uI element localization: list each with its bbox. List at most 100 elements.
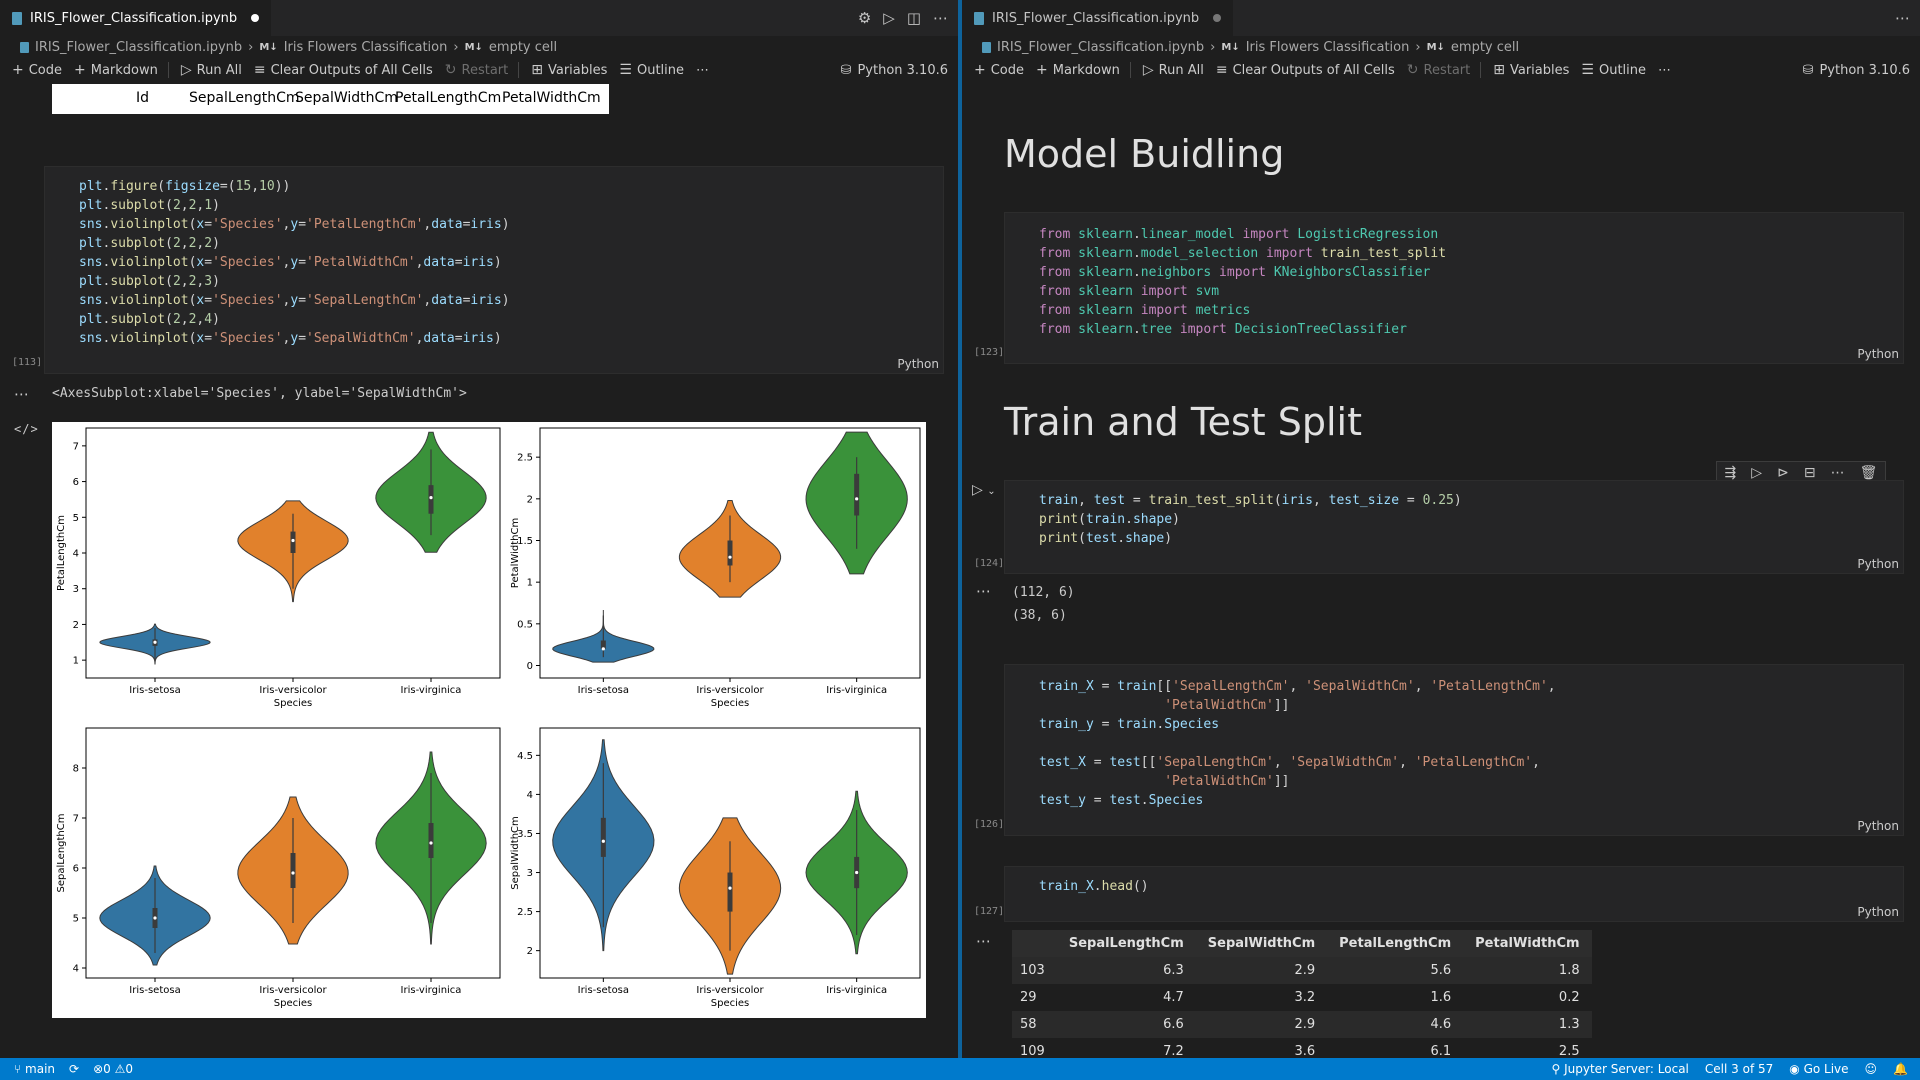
execution-count: [113]: [12, 357, 43, 368]
breadcrumb-cell[interactable]: empty cell: [489, 40, 557, 55]
x-axis-label: Species: [274, 998, 313, 1009]
output-menu-icon[interactable]: ⋯: [976, 932, 992, 950]
breadcrumb: IRIS_Flower_Classification.ipynb › M↓ Ir…: [982, 36, 1519, 58]
execution-count: [127]: [974, 906, 1005, 917]
clear-outputs-button[interactable]: ≡ Clear Outputs of All Cells: [1216, 62, 1395, 78]
execution-count: [124]: [974, 558, 1005, 569]
go-live-button[interactable]: ◉ Go Live: [1789, 1062, 1848, 1076]
cell-language-label[interactable]: Python: [1857, 557, 1899, 571]
y-tick-label: 6: [73, 477, 79, 488]
code-cell-127[interactable]: train_X.head() Python: [1004, 866, 1904, 922]
add-code-button[interactable]: + Code: [974, 62, 1024, 78]
breadcrumb-file[interactable]: IRIS_Flower_Classification.ipynb: [35, 40, 242, 55]
code-cell-124[interactable]: train, test = train_test_split(iris, tes…: [1004, 480, 1904, 574]
unsaved-dot-icon[interactable]: [1213, 14, 1222, 22]
variables-button[interactable]: ⊞ Variables: [1493, 62, 1569, 78]
run-below-icon[interactable]: ▷: [1751, 465, 1762, 481]
violin-iqr-box: [290, 531, 296, 553]
split-editor-icon[interactable]: ◫: [907, 9, 921, 27]
sync-icon[interactable]: ⟳: [69, 1062, 79, 1076]
breadcrumb-section[interactable]: Iris Flowers Classification: [1246, 40, 1410, 55]
breadcrumb-section[interactable]: Iris Flowers Classification: [284, 40, 448, 55]
code-cell-123[interactable]: from sklearn.linear_model import Logisti…: [1004, 212, 1904, 364]
cell-language-label[interactable]: Python: [1857, 347, 1899, 361]
unsaved-dot-icon[interactable]: [251, 14, 260, 22]
x-tick-label: Iris-versicolor: [259, 685, 327, 696]
kernel-label: Python 3.10.6: [857, 62, 948, 78]
variables-icon: ⊞: [531, 62, 543, 78]
cell-position[interactable]: Cell 3 of 57: [1705, 1062, 1773, 1076]
more-toolbar-icon[interactable]: ⋯: [1658, 63, 1671, 78]
more-toolbar-icon[interactable]: ⋯: [696, 63, 709, 78]
chevron-right-icon: ›: [1415, 39, 1421, 55]
run-above-icon[interactable]: ⇶: [1725, 465, 1737, 481]
dataframe-output-table: SepalLengthCm SepalWidthCm PetalLengthCm…: [1012, 930, 1592, 1065]
run-all-label: Run All: [1158, 62, 1204, 78]
tab-title: IRIS_Flower_Classification.ipynb: [992, 10, 1200, 26]
chevron-down-icon[interactable]: ⌄: [987, 486, 995, 497]
more-actions-icon[interactable]: ⋯: [933, 9, 948, 27]
notifications-bell-icon[interactable]: 🔔: [1893, 1062, 1908, 1076]
add-code-button[interactable]: + Code: [12, 62, 62, 78]
code-content[interactable]: plt.figure(figsize=(15,10)) plt.subplot(…: [79, 177, 510, 348]
kernel-icon: ⛁: [1802, 62, 1814, 78]
code-content[interactable]: train, test = train_test_split(iris, tes…: [1039, 491, 1462, 548]
split-cell-icon[interactable]: ⊟: [1804, 465, 1816, 481]
breadcrumb-file[interactable]: IRIS_Flower_Classification.ipynb: [997, 40, 1204, 55]
clear-outputs-button[interactable]: ≡ Clear Outputs of All Cells: [254, 62, 433, 78]
code-content[interactable]: train_X = train[['SepalLengthCm', 'Sepal…: [1039, 677, 1556, 810]
tab-notebook-right[interactable]: IRIS_Flower_Classification.ipynb: [962, 0, 1234, 36]
restart-button[interactable]: ↻ Restart: [1407, 62, 1470, 78]
variables-button[interactable]: ⊞ Variables: [531, 62, 607, 78]
output-menu-icon[interactable]: ⋯: [976, 582, 992, 600]
column-header: SepalLengthCm: [1056, 930, 1196, 957]
code-content[interactable]: train_X.head(): [1039, 877, 1149, 896]
add-markdown-button[interactable]: + Markdown: [1036, 62, 1120, 78]
more-cell-actions-icon[interactable]: ⋯: [1831, 465, 1845, 481]
server-icon: ⚲: [1551, 1062, 1561, 1076]
trash-icon[interactable]: 🗑: [1860, 465, 1878, 481]
output-menu-icon[interactable]: ⋯: [14, 385, 30, 403]
run-all-button[interactable]: ▷ Run All: [1143, 62, 1204, 78]
x-tick-label: Iris-virginica: [401, 685, 462, 696]
cell-language-label[interactable]: Python: [1857, 819, 1899, 833]
markdown-heading-model-building[interactable]: Model Buidling: [1004, 132, 1284, 176]
feedback-icon[interactable]: ☺: [1865, 1062, 1878, 1076]
cell-language-label[interactable]: Python: [897, 357, 939, 371]
outline-button[interactable]: ☰ Outline: [619, 62, 684, 78]
cell-language-label[interactable]: Python: [1857, 905, 1899, 919]
notebook-toolbar: + Code + Markdown ▷ Run All ≡ Clear Outputs …: [0, 58, 958, 82]
row-index: 58: [1012, 1011, 1057, 1038]
kernel-icon: ⛁: [840, 62, 852, 78]
run-all-button[interactable]: ▷ Run All: [181, 62, 242, 78]
add-markdown-label: Markdown: [90, 62, 158, 78]
outline-button[interactable]: ☰ Outline: [1581, 62, 1646, 78]
run-next-icon[interactable]: ⊳: [1777, 465, 1789, 481]
run-icon[interactable]: ▷: [883, 9, 895, 27]
violin-median: [601, 839, 605, 843]
code-cell-113[interactable]: plt.figure(figsize=(15,10)) plt.subplot(…: [44, 166, 944, 374]
jupyter-server-status[interactable]: ⚲ Jupyter Server: Local: [1551, 1062, 1688, 1076]
branch-status[interactable]: ⑂ main: [14, 1062, 55, 1076]
x-tick-label: Iris-versicolor: [696, 685, 764, 696]
breadcrumb-cell[interactable]: empty cell: [1451, 40, 1519, 55]
kernel-picker[interactable]: ⛁ Python 3.10.6: [1803, 58, 1910, 82]
code-content[interactable]: from sklearn.linear_model import Logisti…: [1039, 225, 1446, 339]
x-tick-label: Iris-setosa: [129, 685, 180, 696]
code-cell-126[interactable]: train_X = train[['SepalLengthCm', 'Sepal…: [1004, 664, 1904, 836]
output-text: <AxesSubplot:xlabel='Species', ylabel='S…: [52, 386, 467, 401]
tab-notebook-left[interactable]: IRIS_Flower_Classification.ipynb: [0, 0, 272, 36]
restart-button[interactable]: ↻ Restart: [445, 62, 508, 78]
table-cell: 0.2: [1558, 990, 1580, 1005]
plus-icon: +: [12, 62, 24, 78]
run-cell-button[interactable]: ▷ ⌄: [972, 482, 996, 498]
problems-status[interactable]: ⊗0 ⚠0: [93, 1062, 133, 1076]
more-actions-icon[interactable]: ⋯: [1895, 9, 1910, 27]
kernel-picker[interactable]: ⛁ Python 3.10.6: [841, 58, 948, 82]
code-output-icon[interactable]: </>: [14, 422, 39, 436]
markdown-heading-train-test-split[interactable]: Train and Test Split: [1004, 400, 1362, 444]
add-markdown-button[interactable]: + Markdown: [74, 62, 158, 78]
y-tick-label: 5: [73, 914, 79, 925]
gear-icon[interactable]: ⚙: [858, 9, 871, 27]
violin-median: [728, 555, 732, 559]
